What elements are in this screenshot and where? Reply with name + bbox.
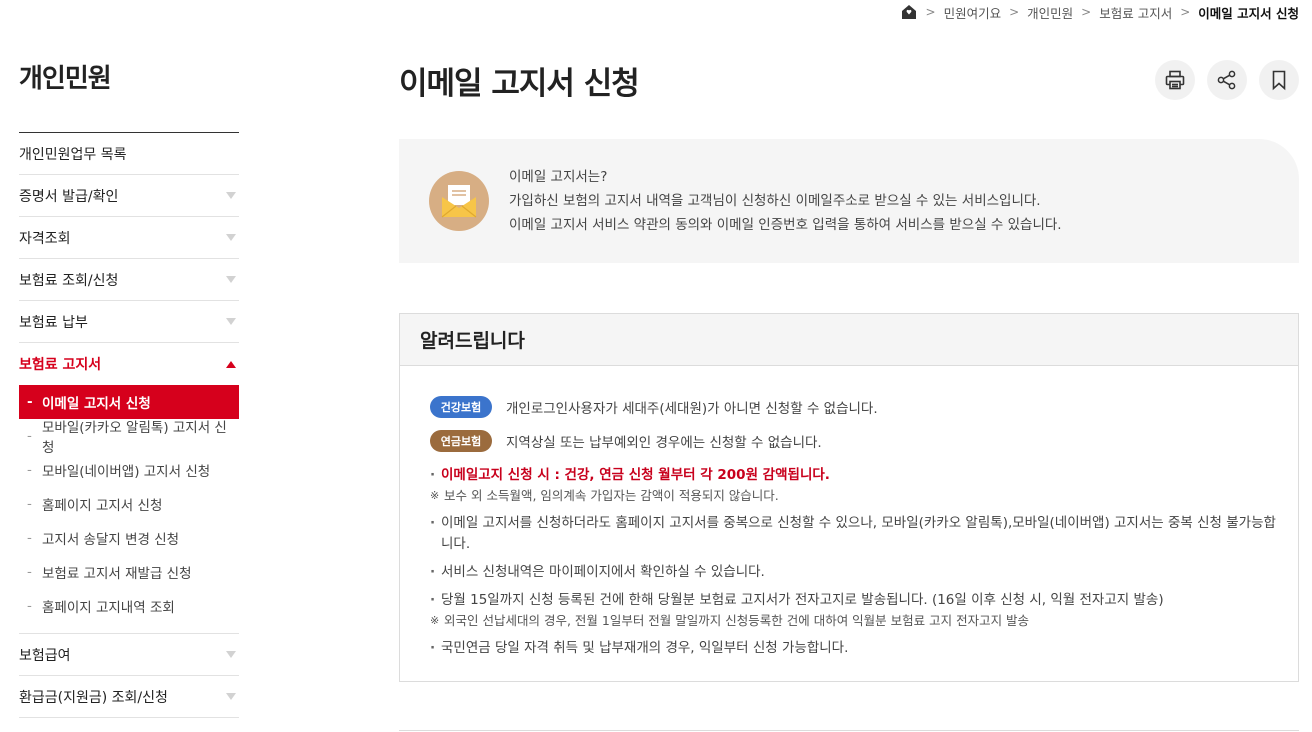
badge-row: 건강보험 개인로그인사용자가 세대주(세대원)가 아니면 신청할 수 없습니다.: [430, 390, 1276, 424]
page-tools: [1155, 60, 1299, 100]
notice-item: 당월 15일까지 신청 등록된 건에 한해 당월분 보험료 고지서가 전자고지로…: [430, 590, 1276, 611]
sub-item-address-change[interactable]: - 고지서 송달지 변경 신청: [19, 521, 239, 555]
notice-heading: 알려드립니다: [400, 314, 1298, 366]
sidebar-item-label: 개인민원업무 목록: [19, 146, 127, 163]
notice-item: 국민연금 당일 자격 취득 및 납부재개의 경우, 익일부터 신청 가능합니다.: [430, 638, 1276, 659]
notice-box: 알려드립니다 건강보험 개인로그인사용자가 세대주(세대원)가 아니면 신청할 …: [399, 313, 1299, 682]
page-title: 이메일 고지서 신청: [399, 65, 640, 102]
breadcrumb: > 민원여기요 > 개인민원 > 보험료 고지서 > 이메일 고지서 신청: [901, 2, 1299, 22]
sidebar-sub-list: - 이메일 고지서 신청 - 모바일(카카오 알림톡) 고지서 신청 - 모바일…: [19, 385, 239, 634]
info-line: 가입하신 보험의 고지서 내역을 고객님이 신청하신 이메일주소로 받으실 수 …: [509, 193, 1041, 209]
dash-icon: -: [27, 598, 32, 614]
sub-item-naver-notice[interactable]: - 모바일(네이버앱) 고지서 신청: [19, 453, 239, 487]
chevron-down-icon: [226, 693, 236, 700]
chevron-right-icon: >: [1009, 5, 1020, 19]
sub-item-label: 모바일(카카오 알림톡) 고지서 신청: [41, 420, 227, 456]
sub-item-label: 모바일(네이버앱) 고지서 신청: [42, 464, 211, 480]
dash-icon: -: [27, 394, 33, 410]
chevron-right-icon: >: [1180, 5, 1191, 19]
sub-item-label: 고지서 송달지 변경 신청: [42, 532, 180, 548]
notice-subnote: 보수 외 소득월액, 임의계속 가입자는 감액이 적용되지 않습니다.: [430, 486, 1276, 506]
badge-text: 지역상실 또는 납부예외인 경우에는 신청할 수 없습니다.: [506, 435, 822, 451]
sub-item-reissue[interactable]: - 보험료 고지서 재발급 신청: [19, 555, 239, 589]
main-content: 이메일 고지서 신청 이메일 고지서는? 가입하신 보험의 고지서 내역을 고객…: [399, 56, 1299, 682]
breadcrumb-item[interactable]: 민원여기요: [944, 3, 1002, 22]
sub-item-label: 이메일 고지서 신청: [42, 396, 151, 412]
sidebar-item-label: 자격조회: [19, 230, 71, 247]
info-line: 이메일 고지서 서비스 약관의 동의와 이메일 인증번호 입력을 통하여 서비스…: [509, 217, 1062, 233]
sidebar-item-premium-inquiry[interactable]: 보험료 조회/신청: [19, 259, 239, 301]
print-icon: [1165, 70, 1185, 90]
sidebar-item-label: 환급금(지원금) 조회/신청: [19, 689, 168, 706]
info-line: 이메일 고지서는?: [509, 169, 608, 185]
sidebar-item-label: 보험료 고지서: [19, 357, 102, 373]
chevron-down-icon: [226, 276, 236, 283]
sub-item-label: 보험료 고지서 재발급 신청: [42, 566, 192, 582]
sidebar-item-label: 증명서 발급/확인: [19, 188, 119, 205]
section-divider: [399, 730, 1299, 731]
sidebar-item-certificate[interactable]: 증명서 발급/확인: [19, 175, 239, 217]
sidebar-item-label: 보험료 납부: [19, 314, 88, 331]
dash-icon: -: [27, 462, 32, 478]
notice-item: 이메일고지 신청 시 : 건강, 연금 신청 월부터 각 200원 감액됩니다.: [430, 465, 1276, 486]
bookmark-icon: [1272, 70, 1286, 91]
chevron-right-icon: >: [925, 5, 936, 19]
share-icon: [1217, 70, 1236, 90]
sidebar-item-premium-notice[interactable]: 보험료 고지서: [19, 343, 239, 385]
sidebar-item-label: 보험료 조회/신청: [19, 272, 119, 289]
sidebar-item-refund[interactable]: 환급금(지원금) 조회/신청: [19, 676, 239, 718]
sidebar-title: 개인민원: [19, 58, 239, 133]
sidebar-item-premium-payment[interactable]: 보험료 납부: [19, 301, 239, 343]
sidebar-item-qualification[interactable]: 자격조회: [19, 217, 239, 259]
sub-item-label: 홈페이지 고지서 신청: [42, 498, 163, 514]
share-button[interactable]: [1207, 60, 1247, 100]
info-box: 이메일 고지서는? 가입하신 보험의 고지서 내역을 고객님이 신청하신 이메일…: [399, 139, 1299, 263]
badge-text: 개인로그인사용자가 세대주(세대원)가 아니면 신청할 수 없습니다.: [506, 401, 878, 417]
pension-insurance-badge: 연금보험: [430, 430, 492, 452]
mail-icon: [429, 171, 489, 231]
home-icon[interactable]: [901, 4, 918, 21]
notice-list: 이메일고지 신청 시 : 건강, 연금 신청 월부터 각 200원 감액됩니다.…: [430, 465, 1276, 659]
sub-item-kakao-notice[interactable]: - 모바일(카카오 알림톡) 고지서 신청: [19, 419, 239, 456]
notice-body: 건강보험 개인로그인사용자가 세대주(세대원)가 아니면 신청할 수 없습니다.…: [400, 366, 1298, 681]
notice-item: 이메일 고지서를 신청하더라도 홈페이지 고지서를 중복으로 신청할 수 있으나…: [430, 513, 1276, 555]
health-insurance-badge: 건강보험: [430, 396, 492, 418]
sub-item-homepage-history[interactable]: - 홈페이지 고지내역 조회: [19, 589, 239, 623]
breadcrumb-item[interactable]: 개인민원: [1027, 3, 1073, 22]
info-text: 이메일 고지서는? 가입하신 보험의 고지서 내역을 고객님이 신청하신 이메일…: [509, 165, 1062, 237]
chevron-down-icon: [226, 192, 236, 199]
sub-item-homepage-notice[interactable]: - 홈페이지 고지서 신청: [19, 487, 239, 521]
chevron-down-icon: [226, 651, 236, 658]
sidebar-item-label: 보험급여: [19, 647, 71, 664]
chevron-down-icon: [226, 318, 236, 325]
dash-icon: -: [27, 496, 32, 512]
breadcrumb-item[interactable]: 보험료 고지서: [1099, 3, 1172, 22]
dash-icon: -: [27, 428, 32, 444]
dash-icon: -: [27, 564, 32, 580]
print-button[interactable]: [1155, 60, 1195, 100]
title-row: 이메일 고지서 신청: [399, 56, 1299, 104]
bookmark-button[interactable]: [1259, 60, 1299, 100]
chevron-up-icon: [226, 360, 236, 368]
notice-subnote: 외국인 선납세대의 경우, 전월 1일부터 전월 말일까지 신청등록한 건에 대…: [430, 611, 1276, 631]
sidebar: 개인민원 개인민원업무 목록 증명서 발급/확인 자격조회 보험료 조회/신청 …: [19, 58, 239, 718]
chevron-down-icon: [226, 234, 236, 241]
sidebar-item-benefits[interactable]: 보험급여: [19, 634, 239, 676]
notice-item: 서비스 신청내역은 마이페이지에서 확인하실 수 있습니다.: [430, 562, 1276, 583]
breadcrumb-current: 이메일 고지서 신청: [1198, 5, 1299, 21]
sidebar-item-civil-list[interactable]: 개인민원업무 목록: [19, 133, 239, 175]
chevron-right-icon: >: [1081, 5, 1092, 19]
sub-item-email-notice[interactable]: - 이메일 고지서 신청: [19, 385, 239, 419]
dash-icon: -: [27, 530, 32, 546]
badge-row: 연금보험 지역상실 또는 납부예외인 경우에는 신청할 수 없습니다.: [430, 424, 1276, 458]
sub-item-label: 홈페이지 고지내역 조회: [42, 600, 175, 616]
